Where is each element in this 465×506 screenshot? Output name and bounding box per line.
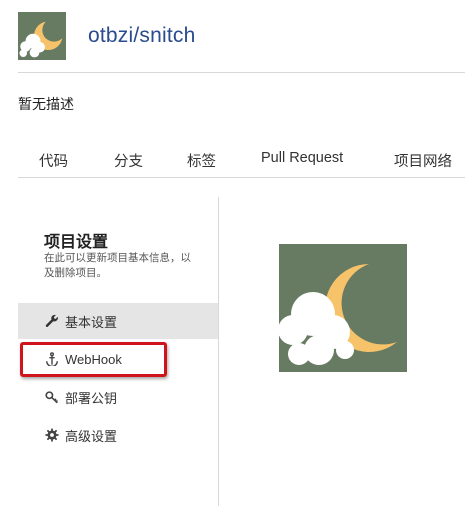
repo-title[interactable]: otbzi/snitch — [88, 24, 195, 48]
repo-header: otbzi/snitch — [18, 12, 195, 60]
tab-branches[interactable]: 分支 — [114, 150, 143, 171]
settings-hint: 在此可以更新项目基本信息，以及删除项目。 — [44, 252, 191, 279]
menu-item-label: 基本设置 — [65, 314, 118, 330]
menu-item-basic-settings[interactable]: 基本设置 — [18, 303, 218, 339]
panel-divider — [218, 197, 219, 506]
menu-item-advanced-settings[interactable]: 高级设置 — [18, 417, 218, 453]
gear-icon — [44, 427, 60, 443]
repo-tabs: 代码 分支 标签 Pull Request 项目网络 — [18, 148, 465, 178]
tabs-divider — [18, 177, 465, 178]
tab-network[interactable]: 项目网络 — [394, 150, 452, 171]
menu-item-label: 高级设置 — [65, 428, 118, 444]
anchor-icon — [44, 351, 60, 367]
wrench-icon — [44, 313, 60, 329]
repo-description: 暂无描述 — [18, 97, 74, 113]
menu-item-label: WebHook — [65, 351, 122, 367]
header-divider — [18, 72, 465, 73]
menu-item-deploy-keys[interactable]: 部署公钥 — [18, 379, 218, 415]
tab-tags[interactable]: 标签 — [187, 150, 216, 171]
tab-pull-request[interactable]: Pull Request — [261, 150, 343, 166]
repo-settings-page: otbzi/snitch 暂无描述 代码 分支 标签 Pull Request … — [0, 0, 465, 506]
key-icon — [44, 389, 60, 405]
tab-code[interactable]: 代码 — [39, 150, 68, 171]
repo-avatar[interactable] — [18, 12, 66, 60]
menu-item-webhook[interactable]: WebHook — [18, 341, 218, 377]
settings-menu: 基本设置 WebHook 部署公钥 高级设置 — [18, 303, 218, 455]
menu-item-label: 部署公钥 — [65, 390, 118, 406]
settings-title: 项目设置 — [44, 232, 109, 251]
repo-avatar-large[interactable] — [279, 244, 407, 372]
